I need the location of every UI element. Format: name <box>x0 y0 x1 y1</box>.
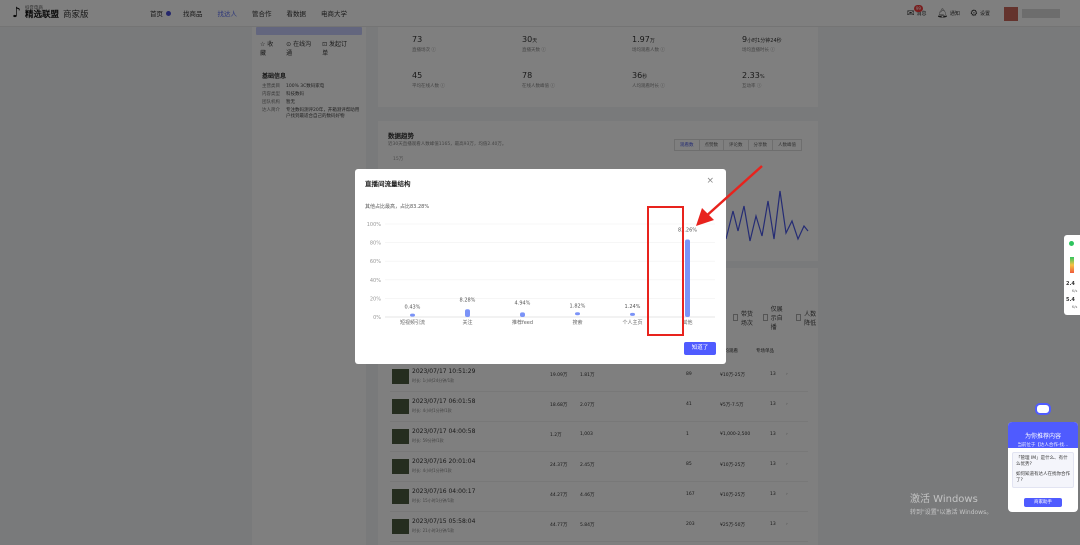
bar-value-label: 1.24% <box>625 304 641 310</box>
y-tick-label: 100% <box>367 222 382 228</box>
assistant-sub: 当前位于【达人合作-找… <box>1017 443 1069 448</box>
speed-down-value: 5.4 <box>1066 297 1075 303</box>
x-tick-label: 推荐feed <box>512 319 533 326</box>
assistant-title: 为你推荐内容 <box>1024 433 1061 440</box>
x-tick-label: 搜索 <box>572 319 582 326</box>
assistant-question[interactable]: 如何知道有达人在找你合作了? <box>1016 472 1070 485</box>
speed-down-unit: K/s <box>1072 305 1078 309</box>
bar <box>685 239 690 317</box>
bar <box>520 312 525 317</box>
bar <box>410 313 415 317</box>
bar <box>465 309 470 317</box>
highlight-box <box>647 206 684 336</box>
y-tick-label: 0% <box>373 315 381 321</box>
bar-value-label: 1.82% <box>570 303 586 309</box>
watermark-title: 激活 Windows <box>910 494 978 505</box>
status-dot-icon <box>1069 241 1074 246</box>
merchant-assistant[interactable]: 为你推荐内容 当前位于【达人合作-找… 「管理 IM」是什么、有什么优势? 如何… <box>1008 422 1078 512</box>
assistant-header: 为你推荐内容 当前位于【达人合作-找… <box>1008 422 1078 448</box>
speed-up-unit: K/s <box>1072 289 1078 293</box>
watermark-sub: 转到"设置"以激活 Windows。 <box>910 509 993 516</box>
bar-value-label: 4.94% <box>515 300 531 306</box>
y-tick-label: 80% <box>370 241 381 247</box>
x-tick-label: 个人主页 <box>622 319 642 326</box>
arrow-icon <box>696 165 763 226</box>
level-bar <box>1070 257 1074 273</box>
windows-watermark: 激活 Windows 转到"设置"以激活 Windows。 <box>910 490 992 516</box>
robot-icon <box>1035 403 1051 415</box>
ok-button[interactable]: 知道了 <box>684 342 716 355</box>
assistant-button[interactable]: 商家助手 <box>1024 498 1062 507</box>
assistant-questions: 「管理 IM」是什么、有什么优势? 如何知道有达人在找你合作了? <box>1012 452 1074 489</box>
bar-value-label: 0.43% <box>405 305 421 311</box>
x-tick-label: 关注 <box>462 319 472 326</box>
y-tick-label: 20% <box>370 296 381 302</box>
x-tick-label: 短视频引流 <box>400 319 425 326</box>
bar-value-label: 8.28% <box>460 297 476 303</box>
bar <box>575 312 580 316</box>
y-tick-label: 40% <box>370 278 381 284</box>
assistant-question[interactable]: 「管理 IM」是什么、有什么优势? <box>1016 456 1070 469</box>
speed-up-value: 2.4 <box>1066 281 1075 287</box>
speed-widget[interactable]: 2.4 K/s 5.4 K/s <box>1064 235 1080 315</box>
y-tick-label: 60% <box>370 259 381 265</box>
bar <box>630 312 635 316</box>
